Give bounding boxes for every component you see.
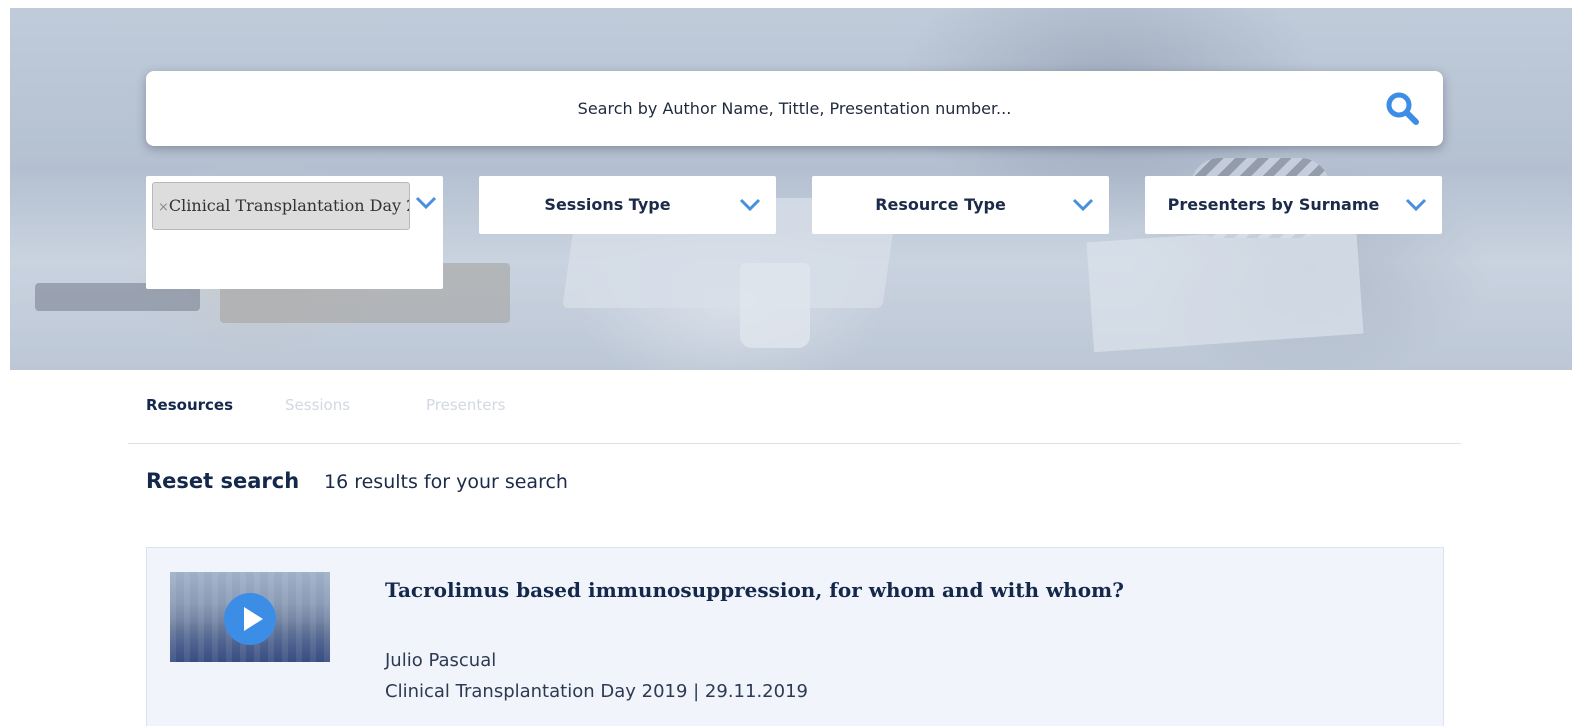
sessions-type-label: Sessions Type	[544, 195, 671, 214]
chip-remove-icon[interactable]: ×	[153, 200, 169, 215]
event-filter-select[interactable]: ×Clinical Transplantation Day 2019	[146, 176, 443, 289]
search-bar[interactable]: Search by Author Name, Tittle, Presentat…	[146, 71, 1443, 146]
reset-search-link[interactable]: Reset search	[146, 469, 299, 493]
tab-presenters[interactable]: Presenters	[426, 396, 506, 414]
tab-sessions[interactable]: Sessions	[285, 396, 350, 414]
chevron-down-icon[interactable]	[414, 193, 438, 213]
search-input[interactable]: Search by Author Name, Tittle, Presentat…	[146, 71, 1443, 146]
search-icon[interactable]	[1383, 89, 1423, 129]
play-icon[interactable]	[224, 593, 276, 645]
sessions-type-select[interactable]: Sessions Type	[479, 176, 776, 234]
tab-resources[interactable]: Resources	[146, 396, 233, 414]
chevron-down-icon[interactable]	[738, 195, 762, 215]
selected-event-chip[interactable]: ×Clinical Transplantation Day 2019	[152, 182, 410, 230]
result-card[interactable]: Tacrolimus based immunosuppression, for …	[146, 547, 1444, 726]
resource-type-select[interactable]: Resource Type	[812, 176, 1109, 234]
tabs-divider	[128, 443, 1461, 444]
resource-type-label: Resource Type	[875, 195, 1006, 214]
result-title[interactable]: Tacrolimus based immunosuppression, for …	[385, 578, 1124, 602]
chevron-down-icon[interactable]	[1404, 195, 1428, 215]
result-meta: Clinical Transplantation Day 2019 | 29.1…	[385, 681, 808, 702]
results-count: 16 results for your search	[324, 471, 568, 493]
presenters-surname-select[interactable]: Presenters by Surname	[1145, 176, 1442, 234]
chevron-down-icon[interactable]	[1071, 195, 1095, 215]
video-thumbnail[interactable]	[170, 572, 330, 662]
result-author: Julio Pascual	[385, 650, 497, 671]
chip-label: Clinical Transplantation Day 2019	[168, 196, 409, 215]
presenters-surname-label: Presenters by Surname	[1167, 195, 1380, 214]
